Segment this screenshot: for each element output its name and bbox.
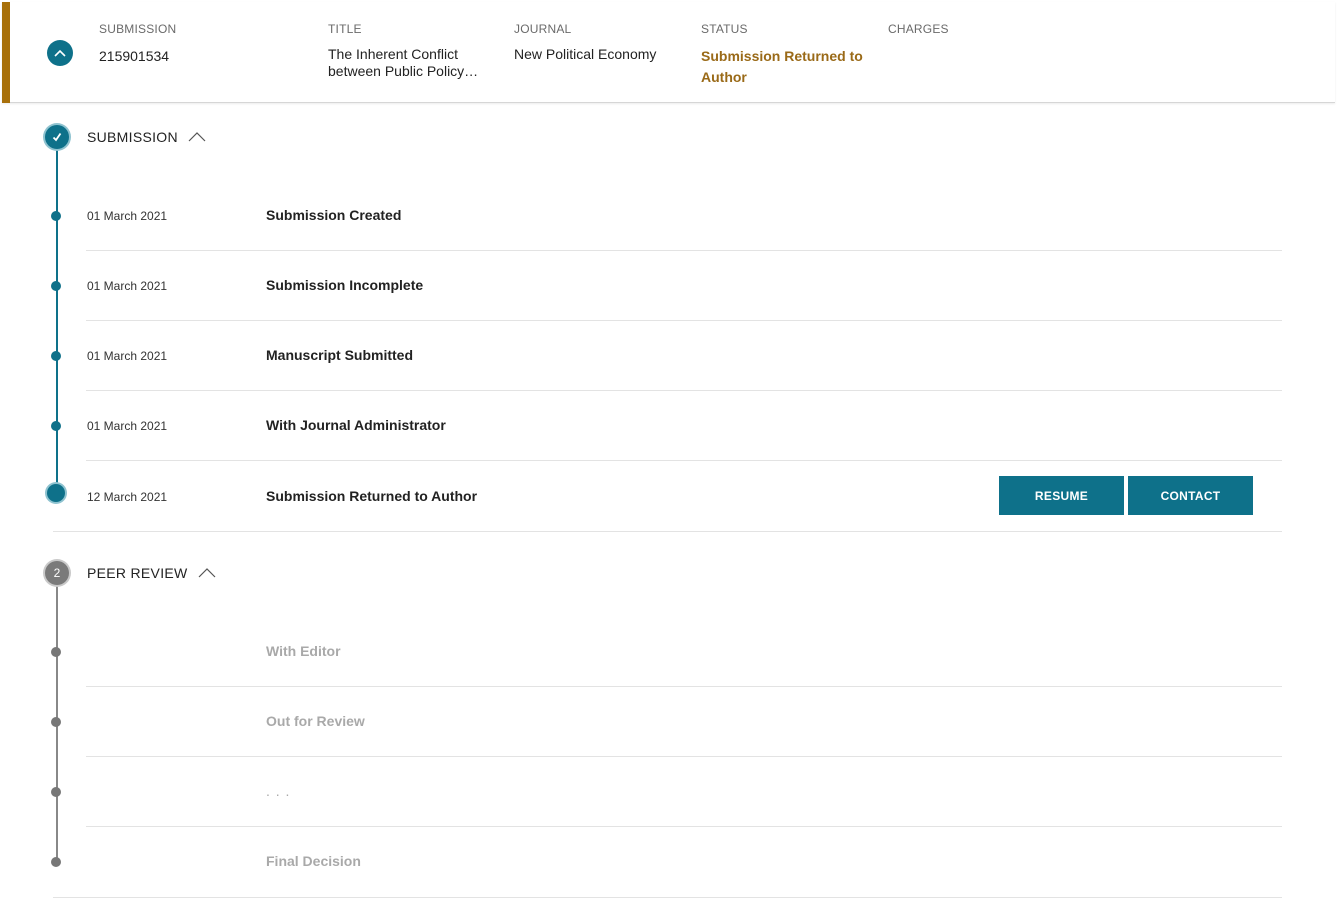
timeline-dot [51, 857, 61, 867]
section-number-badge: 2 [45, 561, 69, 585]
charges-column: CHARGES [888, 22, 949, 46]
timeline-dot [51, 211, 61, 221]
section-divider [53, 897, 1282, 898]
submission-label: SUBMISSION [99, 22, 177, 36]
title-label: TITLE [328, 22, 362, 36]
timeline-event: 01 March 2021 With Journal Administrator [51, 391, 1282, 461]
section-collapse-caret[interactable] [188, 131, 206, 143]
submission-id: 215901534 [99, 48, 170, 64]
event-date: 01 March 2021 [87, 279, 168, 293]
event-label: With Journal Administrator [266, 417, 446, 433]
submission-column: SUBMISSION 215901534 [99, 22, 176, 65]
event-label: Submission Incomplete [266, 277, 424, 293]
event-date: 01 March 2021 [87, 349, 168, 363]
status-value: Submission Returned to Author [701, 48, 863, 85]
timeline-dot [51, 787, 61, 797]
timeline-dot [51, 717, 61, 727]
resume-button[interactable]: RESUME [999, 476, 1124, 515]
section-header-submission: SUBMISSION [45, 125, 206, 149]
status-accent-bar [2, 2, 10, 103]
timeline-event: With Editor [51, 617, 1282, 687]
chevron-up-icon [188, 132, 206, 142]
timeline-event: Out for Review [51, 687, 1282, 757]
section-divider [53, 531, 1282, 532]
event-label: Manuscript Submitted [266, 347, 414, 363]
status-column: STATUS Submission Returned to Author [701, 22, 876, 88]
section-status-complete [45, 125, 69, 149]
section-header-peer-review: 2 PEER REVIEW [45, 561, 216, 585]
event-label: With Editor [266, 643, 341, 659]
event-date: 01 March 2021 [87, 419, 168, 433]
section-title-peer-review: PEER REVIEW [87, 565, 188, 581]
timeline-event: 01 March 2021 Manuscript Submitted [51, 321, 1282, 391]
event-label: Submission Returned to Author [266, 488, 478, 504]
timeline-dot [51, 421, 61, 431]
event-label: Out for Review [266, 713, 365, 729]
event-label: Submission Created [266, 207, 402, 223]
timeline-dot [51, 351, 61, 361]
timeline-event: Final Decision [51, 827, 1282, 897]
journal-column: JOURNAL New Political Economy [514, 22, 656, 63]
event-date: 01 March 2021 [87, 209, 168, 223]
chevron-up-icon [198, 568, 215, 578]
chevron-up-icon [54, 49, 66, 57]
status-label: STATUS [701, 22, 748, 36]
submission-summary-header: SUBMISSION 215901534 TITLE The Inherent … [2, 2, 1335, 103]
section-collapse-caret[interactable] [198, 567, 216, 579]
timeline-event: 01 March 2021 Submission Created [51, 181, 1282, 251]
section-title-submission: SUBMISSION [87, 129, 178, 145]
contact-button[interactable]: CONTACT [1128, 476, 1253, 515]
journal-name: New Political Economy [514, 46, 657, 62]
collapse-toggle-button[interactable] [47, 40, 73, 66]
timeline-dot [51, 647, 61, 657]
timeline-event: . . . [51, 757, 1282, 827]
timeline-dot-current [47, 484, 65, 502]
manuscript-title: The Inherent Conflict between Public Pol… [328, 46, 479, 79]
charges-label: CHARGES [888, 22, 949, 36]
check-icon [52, 132, 62, 142]
timeline-event: 01 March 2021 Submission Incomplete [51, 251, 1282, 321]
event-date: 12 March 2021 [87, 490, 168, 504]
timeline-event-current: 12 March 2021 Submission Returned to Aut… [47, 461, 1282, 531]
event-label: . . . [266, 783, 291, 799]
timeline-dot [51, 281, 61, 291]
submission-timeline-line [56, 138, 58, 493]
event-label: Final Decision [266, 853, 361, 869]
journal-label: JOURNAL [514, 22, 572, 36]
title-column: TITLE The Inherent Conflict between Publ… [328, 22, 493, 80]
